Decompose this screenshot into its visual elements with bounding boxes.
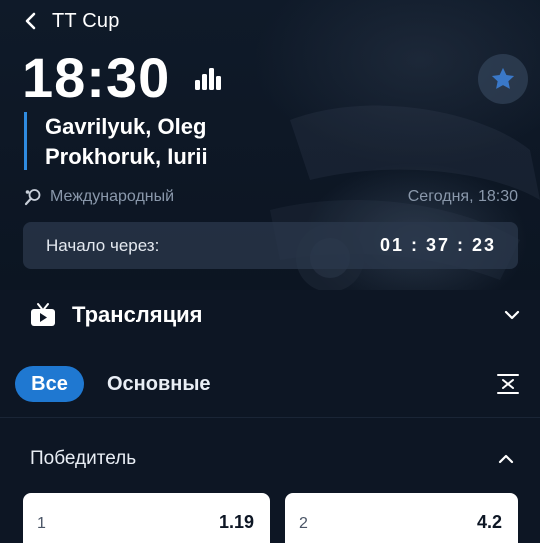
match-time: 18:30	[22, 46, 171, 109]
players-block: Gavrilyuk, Oleg Prokhoruk, Iurii	[24, 112, 208, 170]
market-title: Победитель	[30, 448, 137, 469]
odd-outcome-label: 1	[37, 515, 46, 532]
odd-coefficient: 1.19	[218, 512, 254, 532]
market-header[interactable]: Победитель	[30, 444, 514, 474]
favorite-button[interactable]	[478, 54, 528, 104]
table-tennis-icon	[24, 188, 42, 206]
collapse-all-icon[interactable]	[496, 372, 520, 396]
tournament-title[interactable]: TT Cup	[52, 10, 120, 33]
chevron-up-icon[interactable]	[498, 454, 514, 464]
market-filters: Все Основные	[0, 354, 540, 418]
odd-button-1[interactable]: 1 1.19	[23, 493, 270, 543]
star-icon	[491, 67, 515, 89]
countdown-label: Начало через:	[46, 235, 160, 255]
chevron-down-icon[interactable]	[504, 310, 520, 320]
tournament-region: Международный	[50, 188, 175, 205]
filter-all-chip[interactable]: Все	[15, 366, 84, 402]
odd-coefficient: 4.2	[476, 512, 502, 532]
broadcast-label: Трансляция	[72, 302, 203, 327]
statistics-icon[interactable]	[194, 66, 224, 92]
broadcast-row[interactable]: Трансляция	[30, 296, 520, 334]
top-bar: TT Cup	[24, 8, 120, 34]
match-meta: Международный Сегодня, 18:30	[24, 186, 518, 208]
player-2-name: Prokhoruk, Iurii	[45, 144, 208, 169]
odd-button-2[interactable]: 2 4.2	[285, 493, 518, 543]
player-1-name: Gavrilyuk, Oleg	[45, 114, 207, 139]
countdown-panel: Начало через: 01 : 37 : 23	[23, 222, 518, 269]
filter-main-chip[interactable]: Основные	[107, 366, 211, 402]
back-arrow-icon[interactable]	[24, 12, 38, 30]
countdown-timer: 01 : 37 : 23	[379, 235, 496, 255]
tv-icon	[30, 302, 56, 328]
odd-outcome-label: 2	[299, 515, 308, 532]
match-date: Сегодня, 18:30	[407, 188, 518, 205]
